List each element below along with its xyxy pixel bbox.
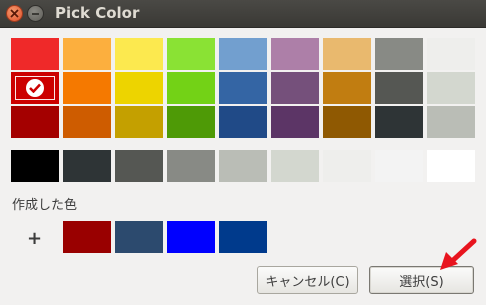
color-swatch[interactable] bbox=[375, 38, 423, 70]
cancel-button[interactable]: キャンセル(C) bbox=[257, 266, 358, 294]
add-custom-color-button[interactable]: + bbox=[27, 228, 42, 249]
color-swatch[interactable] bbox=[11, 38, 59, 70]
color-swatch[interactable] bbox=[375, 106, 423, 138]
color-swatch[interactable] bbox=[375, 72, 423, 104]
color-swatch[interactable] bbox=[63, 72, 111, 104]
title-bar: Pick Color bbox=[0, 0, 486, 28]
custom-color-swatch[interactable] bbox=[167, 221, 215, 253]
gray-swatch[interactable] bbox=[219, 150, 267, 182]
color-swatch[interactable] bbox=[271, 106, 319, 138]
gray-swatch[interactable] bbox=[63, 150, 111, 182]
custom-color-swatch[interactable] bbox=[63, 221, 111, 253]
color-swatch[interactable] bbox=[323, 106, 371, 138]
color-swatch[interactable] bbox=[271, 38, 319, 70]
color-swatch[interactable] bbox=[427, 38, 475, 70]
gray-swatch[interactable] bbox=[427, 150, 475, 182]
color-swatch[interactable] bbox=[63, 106, 111, 138]
color-swatch[interactable] bbox=[167, 38, 215, 70]
color-swatch[interactable] bbox=[323, 38, 371, 70]
color-swatch[interactable] bbox=[115, 72, 163, 104]
color-swatch[interactable] bbox=[63, 38, 111, 70]
custom-color-swatch[interactable] bbox=[219, 221, 267, 253]
custom-colors-label: 作成した色 bbox=[12, 198, 78, 213]
color-swatch[interactable] bbox=[115, 38, 163, 70]
color-swatch[interactable] bbox=[219, 106, 267, 138]
minimize-icon bbox=[32, 13, 39, 15]
close-window-button[interactable] bbox=[6, 5, 23, 22]
color-swatch[interactable] bbox=[11, 106, 59, 138]
color-swatch[interactable] bbox=[167, 72, 215, 104]
color-swatch[interactable] bbox=[271, 72, 319, 104]
gray-swatch[interactable] bbox=[11, 150, 59, 182]
arrow-annotation-icon bbox=[440, 238, 477, 270]
gray-swatch[interactable] bbox=[167, 150, 215, 182]
color-swatch[interactable] bbox=[11, 72, 59, 104]
window-title: Pick Color bbox=[55, 4, 140, 22]
checkmark-icon bbox=[26, 79, 44, 97]
gray-swatch[interactable] bbox=[375, 150, 423, 182]
color-swatch[interactable] bbox=[427, 72, 475, 104]
color-swatch[interactable] bbox=[115, 106, 163, 138]
gray-swatch[interactable] bbox=[115, 150, 163, 182]
color-swatch[interactable] bbox=[323, 72, 371, 104]
minimize-window-button[interactable] bbox=[27, 5, 44, 22]
color-swatch[interactable] bbox=[167, 106, 215, 138]
close-icon bbox=[10, 9, 19, 18]
color-swatch[interactable] bbox=[219, 72, 267, 104]
color-swatch[interactable] bbox=[427, 106, 475, 138]
gray-swatch[interactable] bbox=[323, 150, 371, 182]
custom-color-swatch[interactable] bbox=[115, 221, 163, 253]
color-swatch[interactable] bbox=[219, 38, 267, 70]
pick-color-dialog: Pick Color 作成した色 + キャンセル(C) 選択(S) bbox=[0, 0, 486, 305]
gray-swatch[interactable] bbox=[271, 150, 319, 182]
